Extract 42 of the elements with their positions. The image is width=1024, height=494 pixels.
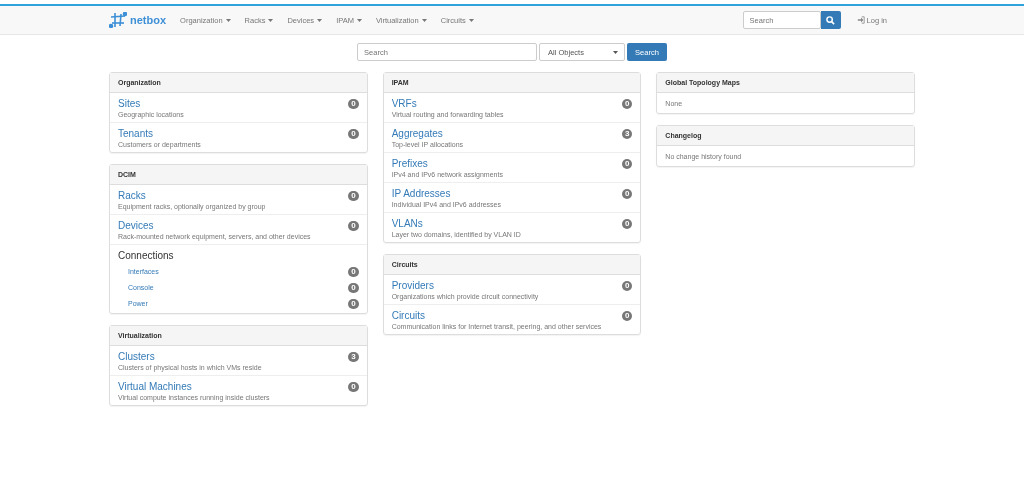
section-link[interactable]: IP Addresses [391,188,622,199]
count-badge: 0 [348,99,359,109]
count-badge: 0 [621,189,633,199]
count-badge: 0 [348,129,359,139]
search-icon [826,15,836,25]
caret-icon [421,18,427,22]
count-badge: 0 [621,99,633,109]
count-badge: 0 [348,382,359,392]
sign-in-icon [856,16,865,24]
section-link[interactable]: Aggregates [391,128,622,139]
count-badge: 0 [621,159,633,169]
section-link[interactable]: VRFs [391,98,622,109]
count-badge: 0 [621,219,633,229]
count-badge: 3 [621,129,633,139]
section-link[interactable]: VLANs [391,218,622,229]
section-link[interactable]: Prefixes [391,158,622,169]
section-link[interactable]: Tenants [118,128,349,139]
caret-icon [613,50,619,54]
network-icon [109,12,127,28]
section-link[interactable]: Virtual Machines [118,381,349,392]
count-badge: 3 [348,352,359,362]
count-badge: 0 [348,221,359,231]
section-link[interactable]: Circuits [391,310,622,321]
caret-icon [468,18,474,22]
section-link[interactable]: Racks [118,190,349,201]
section-link[interactable]: Devices [118,220,349,231]
search-button[interactable] [820,11,841,29]
section-link[interactable]: Sites [118,98,349,109]
count-badge: 0 [621,311,633,321]
count-badge: 0 [348,299,359,309]
netbox-logo[interactable]: netbox [109,12,167,28]
count-badge: 0 [348,283,359,293]
section-link[interactable]: Providers [391,280,622,291]
caret-icon [268,18,274,22]
section-link[interactable]: Clusters [118,351,349,362]
count-badge: 0 [348,191,359,201]
count-badge: 0 [348,267,359,277]
group-title: Connections [118,250,175,261]
caret-icon [317,18,323,22]
count-badge: 0 [621,281,633,291]
caret-icon [225,18,231,22]
caret-icon [356,18,362,22]
